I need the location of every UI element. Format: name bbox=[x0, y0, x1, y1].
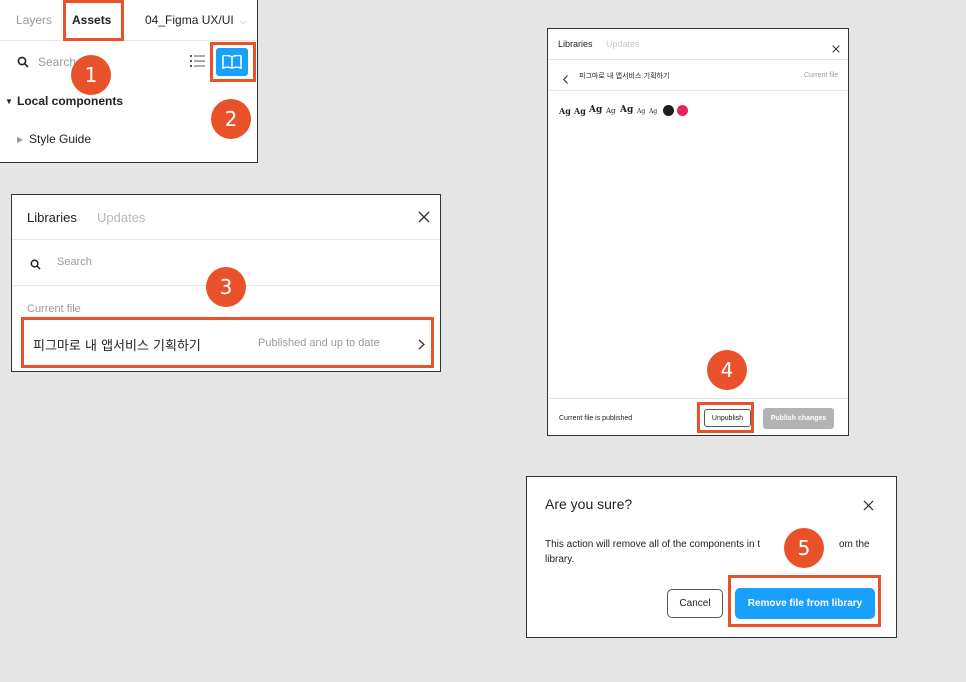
tab-updates[interactable]: Updates bbox=[606, 39, 640, 49]
dialog-message-part2: om the bbox=[839, 539, 870, 550]
tab-libraries[interactable]: Libraries bbox=[27, 210, 77, 225]
tab-libraries[interactable]: Libraries bbox=[558, 39, 593, 49]
close-icon[interactable] bbox=[418, 210, 430, 228]
step-badge-2: 2 bbox=[211, 99, 251, 139]
highlight-unpublish-button bbox=[697, 402, 754, 433]
text-style-3[interactable]: Ag bbox=[589, 105, 602, 115]
local-components-heading[interactable]: Local components bbox=[17, 94, 123, 108]
footer-status: Current file is published bbox=[559, 415, 633, 422]
step-badge-1: 1 bbox=[71, 55, 111, 95]
text-style-1[interactable]: Ag bbox=[559, 106, 571, 116]
text-style-4[interactable]: Ag bbox=[606, 107, 616, 115]
text-style-7[interactable]: Ag bbox=[649, 108, 657, 115]
dialog-title: Are you sure? bbox=[545, 496, 633, 512]
chevron-down-icon: ⌵ bbox=[240, 16, 247, 26]
step-badge-3: 3 bbox=[206, 267, 246, 307]
search-input[interactable]: Search bbox=[57, 256, 92, 268]
text-style-6[interactable]: Ag bbox=[637, 108, 645, 115]
divider bbox=[548, 59, 848, 60]
search-input[interactable]: Search bbox=[38, 55, 76, 69]
color-style-black[interactable] bbox=[663, 105, 674, 116]
step-badge-5: 5 bbox=[784, 528, 824, 568]
caret-right-icon: ▶ bbox=[17, 135, 24, 144]
file-detail-panel: Libraries Updates 피그마로 내 앱서비스 기획하기 Curre… bbox=[547, 28, 849, 436]
style-guide-item[interactable]: Style Guide bbox=[29, 132, 91, 146]
color-style-pink[interactable] bbox=[677, 105, 688, 116]
cancel-button[interactable]: Cancel bbox=[667, 589, 723, 618]
list-view-icon[interactable] bbox=[190, 54, 206, 73]
file-name-label: 04_Figma UX/UI bbox=[145, 13, 234, 27]
caret-down-icon: ▼ bbox=[5, 97, 13, 106]
tab-layers[interactable]: Layers bbox=[16, 13, 52, 27]
text-style-2[interactable]: Ag bbox=[574, 106, 586, 116]
close-icon[interactable] bbox=[832, 40, 840, 58]
publish-changes-button[interactable]: Publish changes bbox=[763, 408, 834, 429]
highlight-library-file-row bbox=[21, 317, 434, 368]
back-chevron-icon[interactable] bbox=[563, 71, 568, 89]
dialog-message-line2: library. bbox=[545, 554, 575, 565]
detail-file-name: 피그마로 내 앱서비스 기획하기 bbox=[579, 72, 670, 80]
search-icon bbox=[30, 257, 41, 275]
highlight-assets-tab bbox=[63, 0, 124, 41]
dialog-message-part1: This action will remove all of the compo… bbox=[545, 539, 761, 550]
highlight-library-button bbox=[210, 42, 256, 82]
close-icon[interactable] bbox=[863, 498, 874, 516]
current-file-label: Current file bbox=[804, 72, 839, 79]
divider bbox=[548, 90, 848, 91]
section-label-current-file: Current file bbox=[27, 303, 81, 315]
dialog-message: This action will remove all of the compo… bbox=[545, 537, 885, 567]
step-badge-4: 4 bbox=[707, 350, 747, 390]
highlight-remove-button bbox=[728, 575, 881, 627]
search-icon bbox=[17, 55, 29, 73]
divider bbox=[548, 398, 848, 399]
divider bbox=[12, 239, 440, 240]
divider bbox=[0, 40, 257, 41]
tab-updates[interactable]: Updates bbox=[97, 210, 145, 225]
text-style-5[interactable]: Ag bbox=[620, 105, 633, 115]
file-name-dropdown[interactable]: 04_Figma UX/UI ⌵ bbox=[145, 13, 247, 27]
